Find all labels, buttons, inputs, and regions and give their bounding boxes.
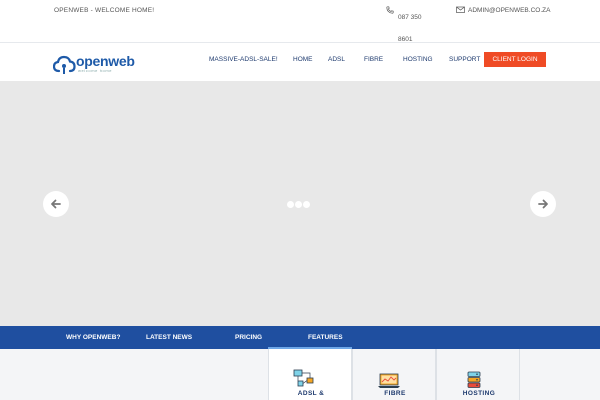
main-header: openweb welcome home MASSIVE-ADSL-SALE! … bbox=[0, 44, 600, 81]
features-panel: ADSL & FIBRE HOSTING bbox=[0, 349, 600, 400]
cloud-logo-icon bbox=[53, 55, 76, 74]
server-icon bbox=[467, 371, 481, 388]
phone-icon bbox=[386, 6, 394, 14]
hero-slider bbox=[0, 81, 600, 326]
top-bar: OPENWEB - WELCOME HOME! 087 350 8601 ADM… bbox=[0, 0, 600, 43]
arrow-left-icon bbox=[51, 199, 61, 209]
arrow-right-icon bbox=[538, 199, 548, 209]
tab-features[interactable]: FEATURES bbox=[308, 334, 343, 341]
slider-next-button[interactable] bbox=[530, 191, 556, 217]
slider-loading-indicator bbox=[287, 199, 313, 209]
nav-item-home[interactable]: HOME bbox=[293, 56, 313, 63]
laptop-chart-icon bbox=[378, 373, 400, 388]
tab-why-openweb[interactable]: WHY OPENWEB? bbox=[66, 334, 120, 341]
network-icon bbox=[293, 369, 314, 387]
feature-card-hosting[interactable]: HOSTING bbox=[436, 349, 520, 400]
nav-item-support[interactable]: SUPPORT bbox=[449, 56, 480, 63]
info-tabs: WHY OPENWEB? LATEST NEWS PRICING FEATURE… bbox=[0, 326, 600, 349]
tab-pricing[interactable]: PRICING bbox=[235, 334, 262, 341]
slider-prev-button[interactable] bbox=[43, 191, 69, 217]
tab-latest-news[interactable]: LATEST NEWS bbox=[146, 334, 192, 341]
logo-subtitle: welcome home bbox=[78, 68, 113, 73]
nav-item-fibre[interactable]: FIBRE bbox=[364, 56, 383, 63]
client-login-button[interactable]: CLIENT LOGIN bbox=[484, 52, 546, 67]
feature-card-fibre[interactable]: FIBRE bbox=[352, 349, 436, 400]
nav-item-adsl[interactable]: ADSL bbox=[328, 56, 345, 63]
feature-label-fibre: FIBRE bbox=[384, 390, 406, 397]
nav-item-massive-adsl-sale[interactable]: MASSIVE-ADSL-SALE! bbox=[209, 56, 278, 63]
nav-item-hosting[interactable]: HOSTING bbox=[403, 56, 433, 63]
feature-label-adsl: ADSL & bbox=[297, 390, 325, 397]
email-address[interactable]: ADMIN@OPENWEB.CO.ZA bbox=[468, 7, 550, 14]
logo-wordmark: openweb bbox=[76, 53, 135, 69]
site-logo[interactable]: openweb welcome home bbox=[53, 53, 135, 75]
feature-label-hosting: HOSTING bbox=[462, 390, 496, 397]
mail-icon bbox=[456, 6, 465, 13]
site-tagline: OPENWEB - WELCOME HOME! bbox=[54, 7, 155, 14]
feature-card-adsl[interactable]: ADSL & bbox=[268, 349, 352, 400]
